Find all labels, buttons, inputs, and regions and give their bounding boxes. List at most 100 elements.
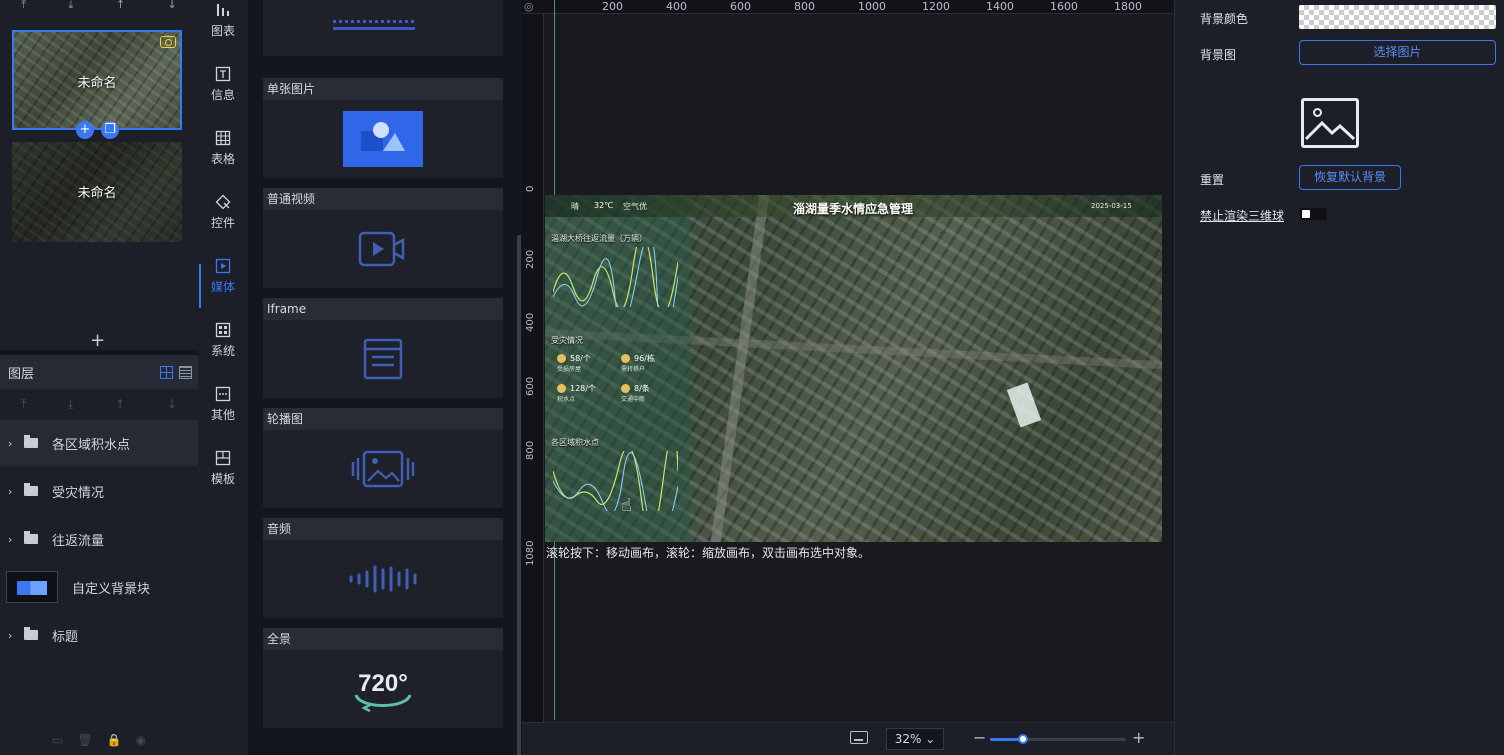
zoom-out-icon[interactable]: − [973, 728, 986, 747]
stat-item: 96/栋需转移户 [621, 353, 655, 373]
chevron-right-icon[interactable]: › [8, 533, 18, 546]
move-bottom-icon[interactable]: ⤓ [69, 0, 74, 12]
layers-title: 图层 [8, 366, 35, 382]
list-view-icon[interactable] [179, 365, 192, 379]
stat-label: 需转移户 [621, 366, 646, 373]
card-preview [263, 540, 503, 618]
category-other[interactable]: 其他 [198, 386, 248, 442]
zoom-select[interactable]: 32% ⌄ [886, 728, 944, 750]
component-card-audio[interactable]: 音频 [263, 518, 503, 618]
weather-text: 晴 [571, 202, 579, 211]
stat-label: 交通中断 [621, 396, 646, 403]
stat-value: 96/栋 [634, 354, 655, 363]
category-template[interactable]: 模板 [198, 450, 248, 506]
layer-item[interactable]: › 往返流量 [0, 516, 198, 562]
bg-color-picker[interactable] [1299, 5, 1496, 29]
panel-title: 受灾情况 [551, 336, 583, 345]
card-preview [263, 210, 503, 288]
move-up-icon[interactable]: ↑ [115, 397, 125, 411]
ruler-tick: 0 [525, 185, 536, 192]
chevron-right-icon[interactable]: › [8, 485, 18, 498]
category-info[interactable]: 信息 [198, 66, 248, 122]
eye-icon[interactable]: ◉ [136, 733, 146, 747]
category-label: 信息 [210, 88, 235, 102]
lock-icon[interactable]: 🔒 [107, 733, 122, 747]
stat-value: 58/个 [570, 354, 591, 363]
ruler-tick: 400 [666, 0, 687, 13]
zoom-in-icon[interactable]: + [1132, 728, 1145, 747]
properties-panel: 背景颜色 背景图 选择图片 重置 恢复默认背景 禁止渲染三维球 [1174, 0, 1504, 755]
layer-label: 自定义背景块 [72, 581, 151, 597]
copy-icon[interactable]: ❐ [101, 121, 119, 139]
camera-icon[interactable] [160, 36, 176, 48]
keyboard-icon[interactable] [850, 731, 868, 744]
card-title: 音频 [263, 518, 503, 540]
component-card-single-image[interactable]: 单张图片 [263, 78, 503, 178]
reset-label: 重置 [1200, 173, 1225, 187]
eye-icon[interactable]: ◎ [524, 0, 534, 13]
canvas-bottom-bar: 32% ⌄ − + [522, 722, 1174, 755]
category-media[interactable]: 媒体 [198, 258, 248, 314]
add-page-button[interactable]: + [90, 330, 105, 351]
page-thumbnail-1[interactable]: 未命名 [12, 30, 182, 130]
bar-chart-icon [217, 4, 229, 16]
panel-title: 淄湖大桥往返流量（万辆） [551, 234, 647, 243]
editor-canvas[interactable]: ◎ 200 400 600 800 1000 1200 1400 1600 18… [522, 0, 1174, 755]
other-icon [215, 386, 231, 402]
zoom-slider[interactable] [990, 734, 1126, 744]
category-system[interactable]: 系统 [198, 322, 248, 378]
text-icon [215, 66, 231, 82]
bg-image-label: 背景图 [1200, 48, 1237, 62]
chart-component-card[interactable] [263, 0, 503, 56]
layer-item[interactable]: › 标题 [0, 612, 198, 658]
component-card-video[interactable]: 普通视频 [263, 188, 503, 288]
zoom-slider-handle[interactable] [1018, 734, 1028, 744]
category-chart[interactable]: 图表 [198, 2, 248, 58]
move-bottom-icon[interactable]: ⤓ [68, 397, 73, 412]
chevron-right-icon[interactable]: › [8, 437, 18, 450]
layer-item[interactable]: › 各区域积水点 [0, 420, 198, 466]
horizontal-ruler: ◎ 200 400 600 800 1000 1200 1400 1600 18… [522, 0, 1174, 14]
flow-line-chart [553, 247, 678, 307]
folder-icon[interactable]: ▭ [52, 733, 63, 747]
move-top-icon[interactable]: ⤒ [21, 397, 26, 412]
add-icon[interactable]: + [76, 121, 94, 139]
restore-default-bg-button[interactable]: 恢复默认背景 [1299, 165, 1401, 190]
layer-item[interactable]: 自定义背景块 [0, 564, 198, 610]
move-down-icon[interactable]: ↓ [167, 397, 177, 411]
disable-globe-toggle[interactable] [1300, 208, 1327, 220]
temperature-text: 32℃ [594, 201, 614, 210]
card-preview: 720° [263, 650, 503, 728]
map-road [710, 195, 770, 542]
move-up-icon[interactable]: ↑ [116, 0, 125, 12]
ruler-tick: 1600 [1050, 0, 1078, 13]
folder-icon [24, 531, 38, 544]
grid-view-icon[interactable] [160, 365, 173, 379]
audio-icon [349, 565, 417, 593]
video-icon [358, 231, 405, 267]
chevron-right-icon[interactable]: › [8, 629, 18, 642]
move-down-icon[interactable]: ↓ [168, 0, 177, 12]
layer-label: 往返流量 [52, 533, 105, 549]
component-card-iframe[interactable]: Iframe [263, 298, 503, 398]
card-preview [263, 0, 503, 56]
components-scrollbar[interactable] [517, 235, 521, 755]
ruler-tick: 200 [602, 0, 623, 13]
page-thumbnail-2[interactable]: 未命名 [12, 142, 182, 242]
ruler-tick: 600 [730, 0, 751, 13]
card-title: 轮播图 [263, 408, 503, 430]
image-placeholder-icon [1301, 98, 1359, 148]
select-image-button[interactable]: 选择图片 [1299, 40, 1496, 65]
iframe-icon [363, 338, 403, 380]
component-card-panorama[interactable]: 全景 720° [263, 628, 503, 728]
stat-value: 8/条 [634, 384, 650, 393]
dashboard-screen-preview[interactable]: 晴 32℃ 空气优 淄湖量季水情应急管理 2025-03-15 淄湖大桥往返流量… [545, 195, 1162, 542]
component-card-carousel[interactable]: 轮播图 [263, 408, 503, 508]
delete-icon[interactable]: 🗑 [77, 733, 92, 747]
layer-item[interactable]: › 受灾情况 [0, 468, 198, 514]
category-table[interactable]: 表格 [198, 130, 248, 186]
move-top-icon[interactable]: ⤒ [21, 0, 26, 12]
category-widget[interactable]: 控件 [198, 194, 248, 250]
card-title: Iframe [263, 298, 503, 320]
media-components-list: 单张图片 普通视频 Iframe 轮播图 音频 全景 720° [248, 0, 518, 755]
